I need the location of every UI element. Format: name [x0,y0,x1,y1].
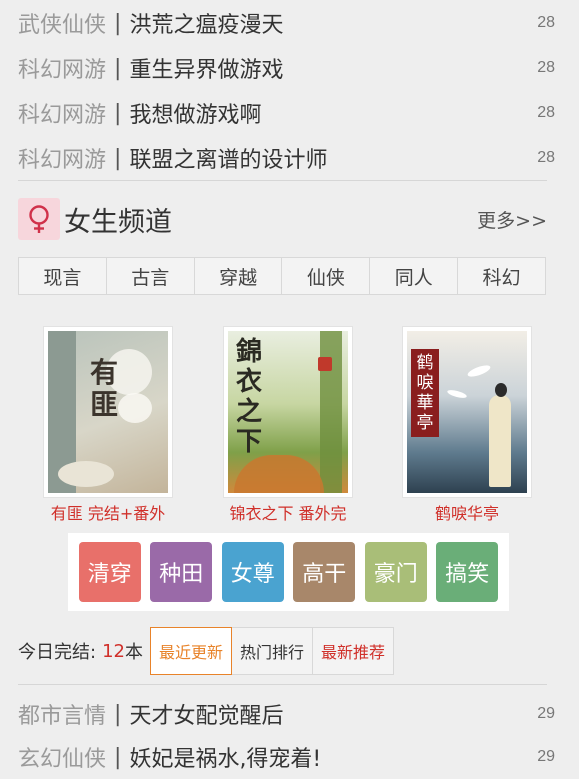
book-title-link[interactable]: 重生异界做游戏 [129,52,537,84]
category-label[interactable]: 科幻网游 [18,52,106,84]
category-label[interactable]: 都市言情 [18,698,106,730]
genre-tabs: 现言 古言 穿越 仙侠 同人 科幻 [18,257,546,295]
date-number: 29 [537,748,555,765]
separator: | [114,701,122,727]
category-label[interactable]: 科幻网游 [18,142,106,174]
completed-today-unit: 本 [124,642,143,663]
book-cover[interactable]: 有匪 [43,326,173,498]
section-divider [18,684,547,685]
list-item[interactable]: 玄幻仙侠 | 妖妃是祸水,得宠着! 29 [18,735,555,779]
completed-today-count: 12 [102,640,125,662]
date-number: 28 [537,149,555,166]
book-cover[interactable]: 錦衣之下 [223,326,353,498]
genre-button-gaogan[interactable]: 高干 [293,542,356,602]
completed-today-label: 今日完结: [18,642,97,663]
tab-guyan[interactable]: 古言 [107,258,195,294]
separator: | [114,10,122,36]
cover-title-text: 鹤唳華亭 [411,349,439,437]
genre-button-zhongtian[interactable]: 种田 [150,542,213,602]
tab-tongren[interactable]: 同人 [370,258,459,294]
book-title-link[interactable]: 联盟之离谱的设计师 [129,142,537,174]
channel-title: 女生频道 [64,206,172,238]
section-divider [18,180,547,181]
tab-xianxia[interactable]: 仙侠 [282,258,371,294]
date-number: 28 [537,14,555,31]
book-caption[interactable]: 鹤唳华亭 [402,500,532,524]
tab-hot-ranking[interactable]: 热门排行 [231,627,314,675]
separator: | [114,55,122,81]
book-caption[interactable]: 有匪 完结+番外 [43,500,173,524]
separator: | [114,145,122,171]
stats-row: 今日完结: 12 本 最近更新 热门排行 最新推荐 [18,627,395,675]
female-channel-header: 女生频道 更多>> [18,196,547,242]
book-title-link[interactable]: 洪荒之瘟疫漫天 [129,7,537,39]
book-card[interactable]: 鹤唳華亭 鹤唳华亭 [402,326,532,524]
genre-button-gaoxiao[interactable]: 搞笑 [436,542,499,602]
tab-kehuan[interactable]: 科幻 [458,258,545,294]
list-item[interactable]: 武侠仙侠 | 洪荒之瘟疫漫天 28 [18,1,555,45]
list-item[interactable]: 科幻网游 | 联盟之离谱的设计师 28 [18,136,555,180]
cover-title-text: 錦衣之下 [236,337,263,457]
genre-button-qingchuan[interactable]: 清穿 [78,542,141,602]
separator: | [114,100,122,126]
list-item[interactable]: 科幻网游 | 重生异界做游戏 28 [18,46,555,90]
cover-title-text: 有匪 [90,356,119,421]
date-number: 28 [537,104,555,121]
book-title-link[interactable]: 天才女配觉醒后 [129,698,537,730]
female-symbol-icon [18,198,60,240]
tab-recent-updates[interactable]: 最近更新 [149,627,232,675]
date-number: 28 [537,59,555,76]
genre-button-group: 清穿 种田 女尊 高干 豪门 搞笑 [68,533,509,611]
book-title-link[interactable]: 妖妃是祸水,得宠着! [129,741,537,773]
book-card[interactable]: 有匪 有匪 完结+番外 [43,326,173,524]
more-link[interactable]: 更多>> [477,206,547,233]
tab-chuanyue[interactable]: 穿越 [195,258,283,294]
category-label[interactable]: 玄幻仙侠 [18,741,106,773]
genre-button-haomen[interactable]: 豪门 [364,542,427,602]
tab-xianyan[interactable]: 现言 [19,258,107,294]
list-item[interactable]: 科幻网游 | 我想做游戏啊 28 [18,91,555,135]
category-label[interactable]: 武侠仙侠 [18,7,106,39]
book-cover[interactable]: 鹤唳華亭 [402,326,532,498]
list-item[interactable]: 都市言情 | 天才女配觉醒后 29 [18,692,555,736]
book-caption[interactable]: 锦衣之下 番外完 [223,500,353,524]
book-card[interactable]: 錦衣之下 锦衣之下 番外完 [223,326,353,524]
book-title-link[interactable]: 我想做游戏啊 [129,97,537,129]
date-number: 29 [537,705,555,722]
separator: | [114,744,122,770]
tab-latest-recommend[interactable]: 最新推荐 [312,627,395,675]
genre-button-nvzun[interactable]: 女尊 [221,542,284,602]
category-label[interactable]: 科幻网游 [18,97,106,129]
